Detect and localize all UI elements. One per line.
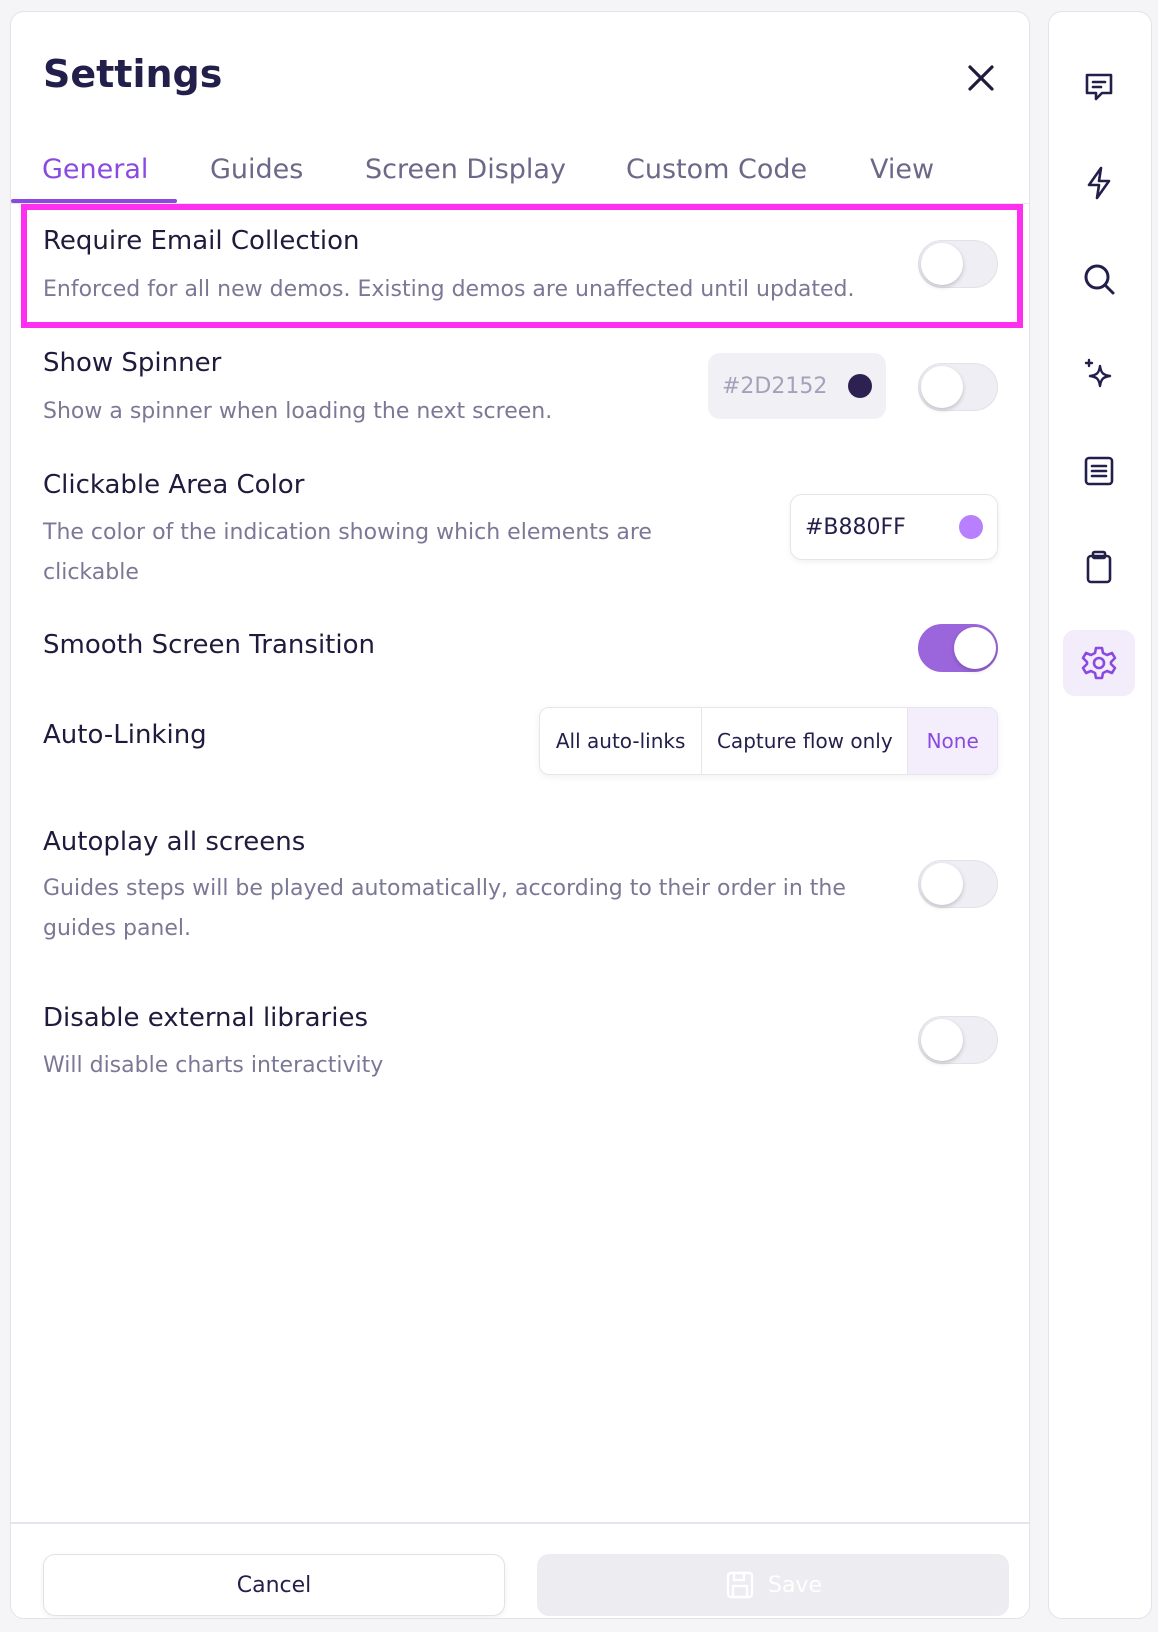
require-email-toggle[interactable] [918,240,998,288]
active-tab-indicator [11,199,177,203]
toggle-knob [921,863,963,905]
document-icon [1084,456,1114,486]
autoplay-title: Autoplay all screens [43,827,306,857]
smooth-transition-toggle[interactable] [918,624,998,672]
auto-linking-option-all[interactable]: All auto-links [540,708,701,774]
spinner-color-value: #2D2152 [722,373,828,399]
toggle-knob [921,243,963,285]
toggle-knob [921,366,963,408]
settings-panel: Settings General Guides Screen Display C… [10,11,1030,1619]
spinner-color-swatch[interactable] [848,374,872,398]
clickable-color-value: #B880FF [805,514,906,540]
gear-icon [1081,646,1117,680]
search-icon [1084,264,1115,295]
smooth-transition-title: Smooth Screen Transition [43,630,375,660]
right-toolbar [1048,11,1152,1619]
autoplay-toggle[interactable] [918,860,998,908]
disable-external-toggle[interactable] [918,1016,998,1064]
clickable-area-title: Clickable Area Color [43,470,305,500]
show-spinner-description: Show a spinner when loading the next scr… [43,399,553,424]
tab-custom-code[interactable]: Custom Code [626,154,807,185]
cancel-button[interactable]: Cancel [43,1554,505,1616]
auto-linking-segmented-control: All auto-links Capture flow only None [539,707,998,775]
footer: Cancel Save [11,1522,1029,1618]
spinner-color-field[interactable]: #2D2152 [708,353,886,419]
lightning-icon [1087,166,1111,200]
save-button[interactable]: Save [537,1554,1009,1616]
rail-search-button[interactable] [1063,246,1135,312]
clipboard-icon [1086,550,1112,584]
rail-actions-button[interactable] [1063,150,1135,216]
disable-external-title: Disable external libraries [43,1003,368,1033]
require-email-description: Enforced for all new demos. Existing dem… [43,277,855,302]
rail-clipboard-button[interactable] [1063,534,1135,600]
show-spinner-title: Show Spinner [43,348,222,378]
require-email-title: Require Email Collection [43,226,360,256]
rail-settings-button[interactable] [1063,630,1135,696]
save-icon [726,1571,754,1599]
tab-screen-display[interactable]: Screen Display [365,154,566,185]
page-title: Settings [43,52,223,96]
tab-bar: General Guides Screen Display Custom Cod… [11,142,1029,204]
rail-ai-button[interactable] [1063,342,1135,408]
tab-guides[interactable]: Guides [210,154,303,185]
tab-general[interactable]: General [42,154,148,185]
toggle-knob [954,627,996,669]
close-button[interactable] [961,58,1001,98]
comment-icon [1085,73,1113,101]
rail-comments-button[interactable] [1063,54,1135,120]
toggle-knob [921,1019,963,1061]
disable-external-description: Will disable charts interactivity [43,1053,384,1078]
tab-view[interactable]: View [870,154,934,185]
close-icon [968,65,994,91]
clickable-color-swatch[interactable] [959,515,983,539]
save-label: Save [767,1572,822,1598]
clickable-area-description: The color of the indication showing whic… [43,520,652,585]
clickable-color-field[interactable]: #B880FF [790,494,998,560]
autoplay-description: Guides steps will be played automaticall… [43,876,846,941]
show-spinner-toggle[interactable] [918,363,998,411]
auto-linking-option-none[interactable]: None [907,708,997,774]
auto-linking-title: Auto-Linking [43,720,207,750]
rail-document-button[interactable] [1063,438,1135,504]
auto-linking-option-capture[interactable]: Capture flow only [701,708,907,774]
sparkle-icon [1084,358,1112,388]
